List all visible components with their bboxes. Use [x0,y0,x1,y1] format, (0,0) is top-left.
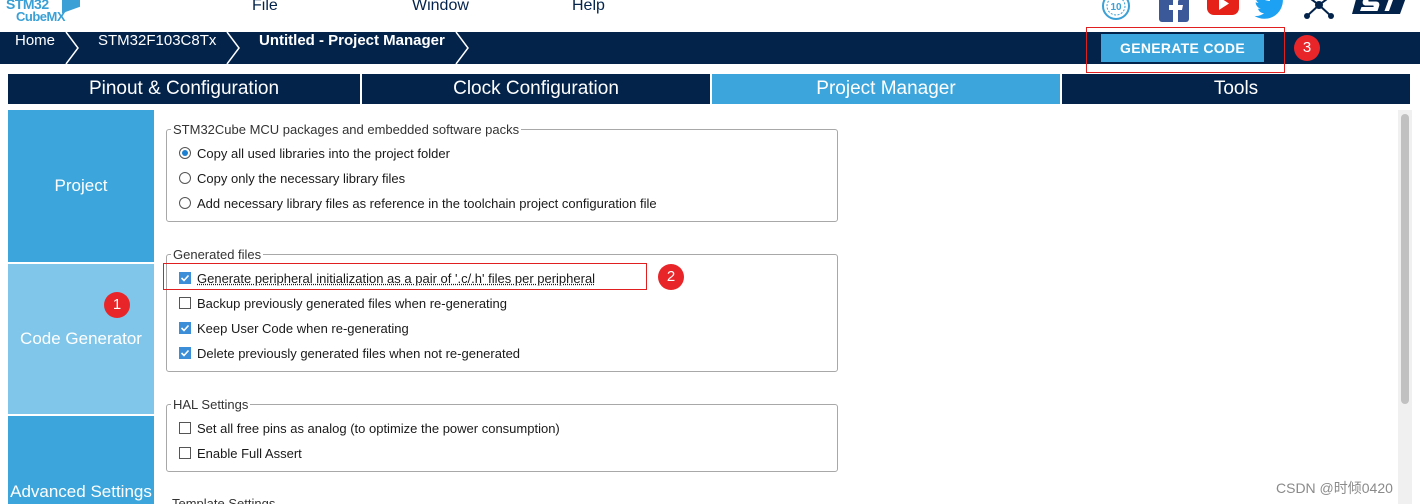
option-copy-necessary-files[interactable]: Copy only the necessary library files [179,169,405,187]
twitter-icon[interactable] [1254,0,1288,22]
sidebar-item-project[interactable]: Project [8,110,154,262]
checkbox[interactable] [179,297,191,309]
watermark: CSDN @时倾0420 [1276,478,1393,498]
radio-button[interactable] [179,147,191,159]
group-legend: Generated files [171,247,263,262]
chevron-right-icon [64,32,80,64]
chevron-right-icon [454,32,470,64]
group-legend: STM32Cube MCU packages and embedded soft… [171,122,521,137]
st-logo-icon[interactable] [1352,0,1408,22]
option-label: Copy all used libraries into the project… [197,146,450,161]
checkmark-icon [180,323,190,333]
option-label: Backup previously generated files when r… [197,296,507,311]
annotation-badge-3: 3 [1294,35,1320,61]
annotation-badge-1: 1 [104,292,130,318]
option-label: Delete previously generated files when n… [197,346,520,361]
option-label: Add necessary library files as reference… [197,196,657,211]
template-settings-legend: Template Settings [172,496,275,504]
menu-window[interactable]: Window [412,0,469,15]
checkbox[interactable] [179,422,191,434]
chevron-right-icon [225,32,241,64]
menu-file[interactable]: File [252,0,278,15]
option-backup-generated-files[interactable]: Backup previously generated files when r… [179,294,507,312]
tab-tools[interactable]: Tools [1062,74,1410,104]
main-tabs: Pinout & Configuration Clock Configurati… [8,74,1410,104]
checkbox[interactable] [179,347,191,359]
tab-project-manager[interactable]: Project Manager [712,74,1060,104]
checkmark-icon [180,348,190,358]
option-enable-full-assert[interactable]: Enable Full Assert [179,444,302,462]
svg-text:10: 10 [1110,2,1122,13]
stm32cubemx-logo: STM32 CubeMX [4,0,84,28]
option-keep-user-code[interactable]: Keep User Code when re-generating [179,319,409,337]
option-free-pins-analog[interactable]: Set all free pins as analog (to optimize… [179,419,560,437]
content-scrollbar[interactable] [1398,110,1412,504]
packages-group: STM32Cube MCU packages and embedded soft… [166,129,838,222]
option-copy-all-libraries[interactable]: Copy all used libraries into the project… [179,144,450,162]
radio-button[interactable] [179,172,191,184]
sidebar-item-code-generator[interactable]: Code Generator [8,264,154,414]
anniversary-10-icon[interactable]: 10 [1100,0,1132,22]
tab-pinout-configuration[interactable]: Pinout & Configuration [8,74,360,104]
breadcrumb-mcu[interactable]: STM32F103C8Tx [98,32,216,64]
sidebar-item-advanced-settings[interactable]: Advanced Settings [8,416,154,504]
breadcrumb-home[interactable]: Home [15,32,55,64]
radio-button[interactable] [179,197,191,209]
group-legend: HAL Settings [171,397,250,412]
option-label: Copy only the necessary library files [197,171,405,186]
option-label: Enable Full Assert [197,446,302,461]
youtube-icon[interactable] [1206,0,1240,22]
facebook-icon[interactable] [1158,0,1190,22]
network-share-icon[interactable] [1302,0,1336,22]
option-add-as-reference[interactable]: Add necessary library files as reference… [179,194,657,212]
checkbox[interactable] [179,322,191,334]
scrollbar-thumb[interactable] [1401,114,1409,404]
logo-line2: CubeMX [16,9,65,24]
menu-help[interactable]: Help [572,0,605,15]
annotation-badge-2: 2 [658,264,684,290]
tab-clock-configuration[interactable]: Clock Configuration [362,74,710,104]
project-manager-sidebar: Project Code Generator Advanced Settings [8,110,154,504]
option-label: Set all free pins as analog (to optimize… [197,421,560,436]
hal-settings-group: HAL Settings Set all free pins as analog… [166,404,838,472]
checkbox[interactable] [179,447,191,459]
option-delete-generated-files[interactable]: Delete previously generated files when n… [179,344,520,362]
annotation-box-peripheral-option [163,263,647,290]
option-label: Keep User Code when re-generating [197,321,409,336]
annotation-box-generate [1086,27,1285,73]
breadcrumb-current: Untitled - Project Manager [259,32,445,64]
